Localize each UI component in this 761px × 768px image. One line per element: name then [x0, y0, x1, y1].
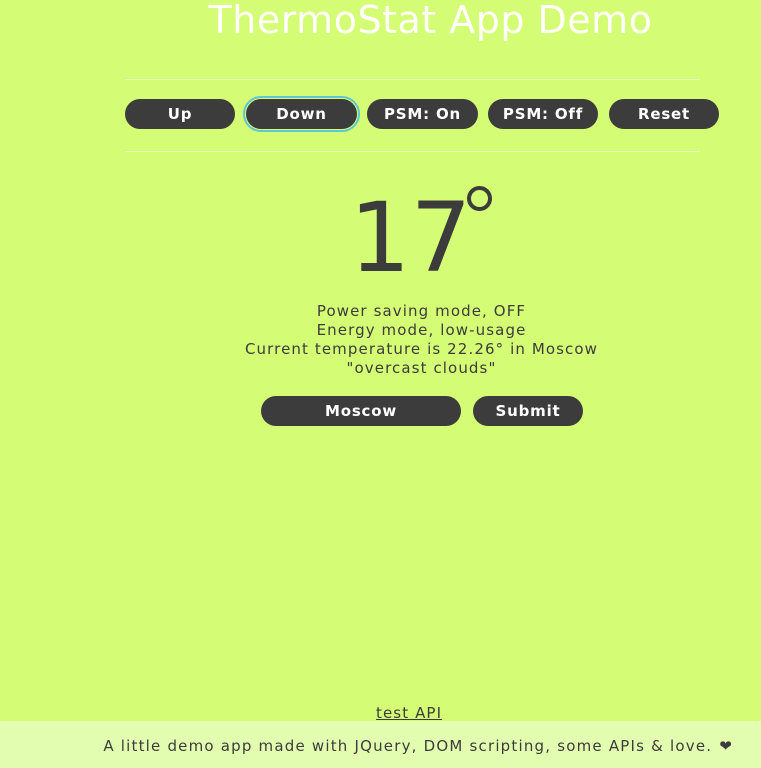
top-divider [125, 79, 700, 80]
psm-off-button[interactable]: PSM: Off [488, 99, 598, 129]
footer-message: A little demo app made with JQuery, DOM … [103, 737, 733, 755]
psm-on-button[interactable]: PSM: On [367, 99, 478, 129]
page-title: ThermoStat App Demo [208, 0, 653, 42]
down-button[interactable]: Down [243, 96, 360, 132]
footer: A little demo app made with JQuery, DOM … [0, 721, 761, 768]
city-input[interactable] [261, 396, 461, 426]
footer-text: A little demo app made with JQuery, DOM … [103, 737, 713, 755]
bottom-divider [125, 151, 700, 152]
current-temperature-text: Current temperature is 22.26° in Moscow [244, 340, 599, 358]
submit-button[interactable]: Submit [473, 396, 583, 426]
up-button[interactable]: Up [125, 99, 235, 129]
test-api-link[interactable]: test API [376, 704, 442, 722]
temperature-display: 17 [349, 182, 472, 294]
reset-button[interactable]: Reset [609, 99, 719, 129]
power-saving-status: Power saving mode, OFF [316, 302, 527, 320]
weather-description: "overcast clouds" [346, 359, 497, 377]
heart-icon: ❤ [719, 737, 733, 755]
degree-icon [467, 186, 492, 211]
energy-mode-status: Energy mode, low-usage [316, 321, 527, 339]
